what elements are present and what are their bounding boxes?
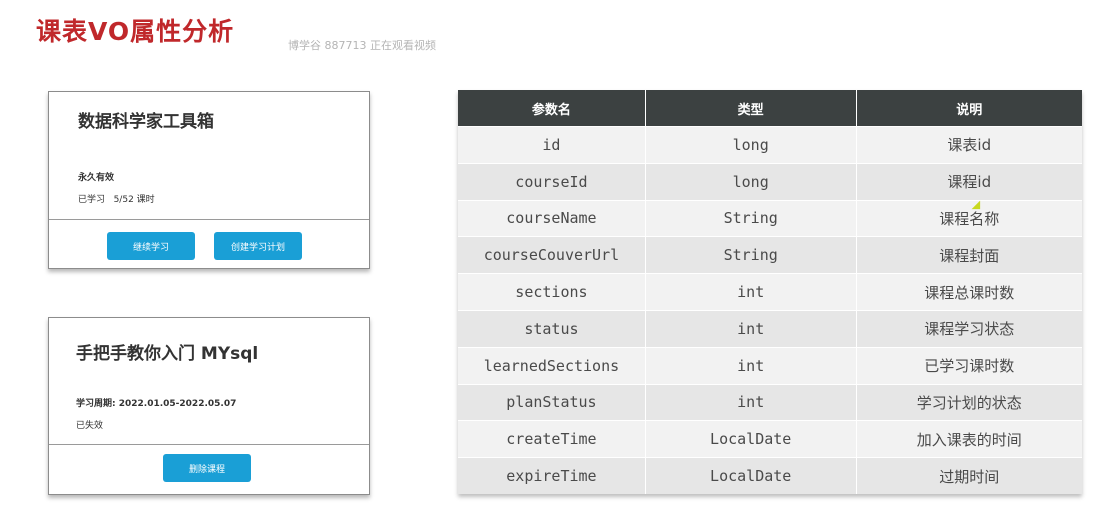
table-header-row: 参数名 类型 说明: [458, 90, 1082, 127]
type-cell: String: [645, 199, 857, 237]
header-type: 类型: [645, 90, 857, 127]
type-cell: int: [645, 346, 857, 385]
table-row: sections int 课程总课时数: [458, 273, 1082, 311]
type-cell: String: [645, 236, 857, 274]
description-cell: 已学习课时数: [856, 346, 1082, 385]
description-cell: 课表id: [856, 126, 1082, 164]
param-name-cell: sections: [458, 273, 646, 311]
type-cell: int: [645, 273, 857, 311]
description-cell: 课程id: [856, 162, 1082, 201]
table-row: courseId long 课程id: [458, 162, 1082, 201]
type-cell: int: [645, 383, 857, 421]
table-row: courseCouverUrl String 课程封面: [458, 236, 1082, 274]
table-row: createTime LocalDate 加入课表的时间: [458, 420, 1082, 458]
description-cell: 课程总课时数: [856, 273, 1082, 311]
param-name-cell: createTime: [458, 420, 646, 458]
table-row: planStatus int 学习计划的状态: [458, 383, 1082, 421]
create-plan-button[interactable]: 创建学习计划: [214, 232, 302, 260]
table-row: learnedSections int 已学习课时数: [458, 346, 1082, 385]
description-cell: 过期时间: [856, 457, 1082, 494]
period-text: 学习周期: 2022.01.05-2022.05.07: [76, 399, 237, 409]
type-cell: long: [645, 126, 857, 164]
table-row: expireTime LocalDate 过期时间: [458, 457, 1082, 494]
property-table: 参数名 类型 说明 id long 课表id courseId long 课程id cour…: [458, 90, 1082, 494]
type-cell: long: [645, 162, 857, 201]
card-divider: [49, 444, 369, 445]
header-description: 说明: [856, 90, 1082, 127]
description-cell: 课程名称: [856, 199, 1082, 237]
param-name-cell: expireTime: [458, 457, 646, 494]
delete-course-button[interactable]: 删除课程: [163, 454, 251, 482]
continue-learning-button[interactable]: 继续学习: [107, 232, 195, 260]
course-title: 数据科学家工具箱: [78, 112, 214, 132]
description-cell: 课程封面: [856, 236, 1082, 274]
type-cell: LocalDate: [645, 457, 857, 494]
param-name-cell: learnedSections: [458, 346, 646, 385]
param-name-cell: courseCouverUrl: [458, 236, 646, 274]
param-name-cell: courseName: [458, 199, 646, 237]
param-name-cell: courseId: [458, 162, 646, 201]
page-title: 课表VO属性分析: [36, 17, 235, 46]
progress-text: 已学习 5/52 课时: [78, 195, 155, 205]
card-divider: [49, 219, 369, 220]
param-name-cell: id: [458, 126, 646, 164]
validity-text: 永久有效: [78, 173, 115, 183]
table-row: status int 课程学习状态: [458, 309, 1082, 348]
param-name-cell: planStatus: [458, 383, 646, 421]
course-title: 手把手教你入门 MYsql: [76, 344, 259, 364]
table-row: courseName String 课程名称: [458, 199, 1082, 237]
description-cell: 课程学习状态: [856, 309, 1082, 348]
description-cell: 加入课表的时间: [856, 420, 1082, 458]
description-cell: 学习计划的状态: [856, 383, 1082, 421]
course-card: 数据科学家工具箱 永久有效 已学习 5/52 课时 继续学习 创建学习计划: [48, 91, 370, 269]
type-cell: LocalDate: [645, 420, 857, 458]
header-param-name: 参数名: [458, 90, 646, 127]
table-row: id long 课表id: [458, 126, 1082, 164]
status-text: 已失效: [76, 421, 104, 431]
type-cell: int: [645, 309, 857, 348]
watermark: 博学谷 887713 正在观看视频: [288, 39, 436, 52]
course-card: 手把手教你入门 MYsql 学习周期: 2022.01.05-2022.05.0…: [48, 317, 370, 495]
param-name-cell: status: [458, 309, 646, 348]
